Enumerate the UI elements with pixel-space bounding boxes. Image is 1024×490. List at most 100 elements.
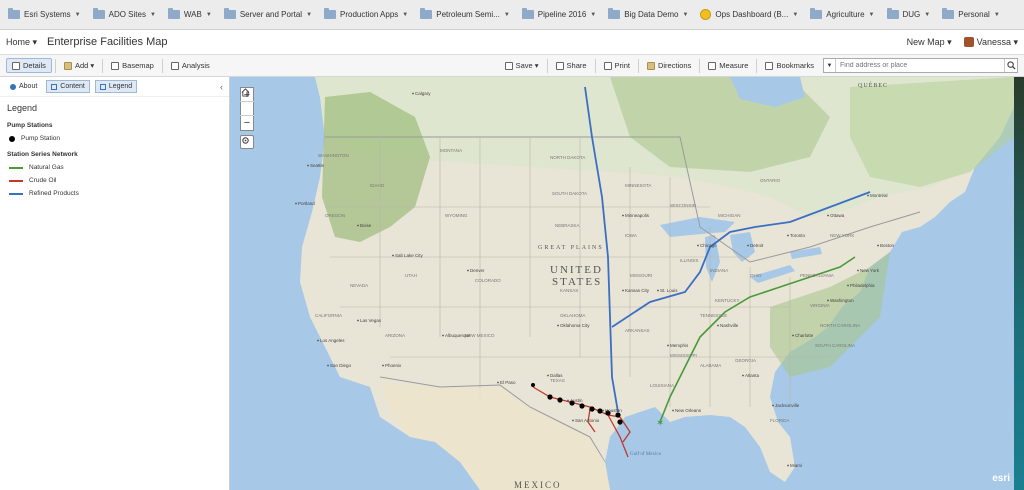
home-menu[interactable]: Home ▾ [6, 37, 37, 48]
state-label: MISSOURI [630, 273, 652, 278]
basemap: ✶ UNITED STATES MEXICO GREAT PLAINS QUÉB… [230, 77, 1014, 490]
user-name: Vanessa ▾ [976, 36, 1018, 47]
city-dot [357, 319, 359, 322]
user-menu[interactable]: Vanessa ▾ [963, 36, 1018, 48]
print-button[interactable]: Print [599, 59, 635, 72]
city-label: Charlotte [795, 333, 814, 338]
city-dot [622, 214, 624, 217]
new-map-menu[interactable]: New Map ▾ [907, 37, 952, 48]
city-label: Detroit [750, 243, 764, 248]
state-label: MINNESOTA [625, 183, 651, 188]
city-dot [572, 419, 574, 422]
app-header: Home ▾ Enterprise Facilities Map New Map… [0, 30, 1024, 54]
natural-gas-symbol [9, 166, 23, 169]
bookmark-folder[interactable]: Big Data Demo ▼ [604, 5, 696, 25]
city-dot [357, 224, 359, 227]
folder-icon [942, 8, 955, 19]
city-dot [622, 289, 624, 292]
city-dot [747, 244, 749, 247]
chevron-down-icon: ▼ [792, 11, 799, 18]
city-dot [857, 269, 859, 272]
bookmark-folder[interactable]: WAB ▼ [164, 5, 220, 25]
city-dot [847, 284, 849, 287]
bookmark-label: Pipeline 2016 [537, 10, 587, 19]
city-dot [877, 244, 879, 247]
bookmark-folder[interactable]: Server and Portal ▼ [220, 5, 320, 25]
city-dot [742, 374, 744, 377]
city-dot [602, 409, 604, 412]
bookmark-folder[interactable]: Petroleum Semi... ▼ [416, 5, 518, 25]
tab-legend-label: Legend [108, 83, 133, 90]
city-dot [295, 202, 297, 205]
details-button[interactable]: Details [6, 58, 52, 73]
zoom-out-button[interactable]: − [240, 116, 254, 130]
home-extent-button[interactable] [240, 88, 254, 116]
tab-about-label: About [19, 83, 38, 90]
chevron-down-icon: ▼ [590, 11, 597, 18]
city-label: Boise [360, 223, 372, 228]
state-label: NEW YORK [830, 233, 854, 238]
tab-content[interactable]: Content [46, 80, 90, 93]
bookmark-folder[interactable]: Pipeline 2016 ▼ [518, 5, 604, 25]
directions-label: Directions [657, 61, 692, 70]
chevron-down-icon: ▼ [868, 11, 875, 18]
legend-item: Refined Products [9, 190, 229, 197]
state-label: LOUISIANA [650, 383, 674, 388]
state-label: IDAHO [370, 183, 385, 188]
legend-icon [99, 83, 106, 90]
state-label: VIRGINIA [810, 303, 830, 308]
bookmark-label: ADO Sites [108, 10, 146, 19]
tab-legend[interactable]: Legend [94, 80, 138, 93]
bookmark-folder[interactable]: Ops Dashboard (B... ▼ [696, 5, 806, 25]
save-button[interactable]: Save ▾ [500, 59, 544, 72]
share-button[interactable]: Share [551, 59, 592, 72]
city-label: Denver [470, 268, 485, 273]
forest-quebec [850, 77, 1014, 187]
measure-button[interactable]: Measure [703, 59, 753, 72]
folder-icon [420, 8, 433, 19]
folder-icon [810, 8, 823, 19]
add-button[interactable]: Add ▾ [59, 59, 99, 72]
collapse-panel-icon[interactable]: ‹ [220, 82, 223, 92]
map-view[interactable]: ✶ UNITED STATES MEXICO GREAT PLAINS QUÉB… [230, 77, 1014, 490]
state-label: NEBRASKA [555, 223, 580, 228]
city-label: Albuquerque [445, 333, 471, 338]
bookmark-folder[interactable]: ADO Sites ▼ [89, 5, 164, 25]
basemap-icon [111, 61, 120, 70]
analysis-button[interactable]: Analysis [166, 59, 215, 72]
chevron-down-icon: ▼ [149, 11, 156, 18]
print-icon [603, 61, 612, 70]
bookmarks-button[interactable]: Bookmarks [760, 59, 819, 72]
city-label: New York [860, 268, 880, 273]
bookmark-folder[interactable]: Esri Systems ▼ [4, 5, 89, 25]
locate-button[interactable] [240, 135, 254, 149]
share-label: Share [566, 61, 587, 70]
legend-section-title: Station Series Network [7, 151, 78, 158]
bookmark-label: Agriculture [826, 10, 865, 19]
directions-button[interactable]: Directions [642, 59, 696, 72]
city-label: San Antonio [575, 418, 600, 423]
bookmark-folder[interactable]: DUG ▼ [883, 5, 939, 25]
bookmarks-label: Bookmarks [776, 61, 814, 70]
tab-about[interactable]: About [6, 81, 41, 92]
analysis-label: Analysis [181, 61, 210, 70]
basemap-button[interactable]: Basemap [106, 59, 159, 72]
city-dot [317, 339, 319, 342]
city-label: Kansas City [625, 288, 650, 293]
info-icon [10, 83, 16, 90]
bookmark-folder[interactable]: Personal ▼ [938, 5, 1008, 25]
state-label: WYOMING [445, 213, 468, 218]
folder-icon [223, 8, 236, 19]
bookmark-folder[interactable]: Production Apps ▼ [320, 5, 416, 25]
search-button[interactable] [1004, 59, 1017, 72]
city-label: Phoenix [385, 363, 402, 368]
city-label: Dallas [550, 373, 563, 378]
city-label: Atlanta [745, 373, 760, 378]
chevron-down-icon: ▼ [205, 11, 212, 18]
bookmark-folder[interactable]: Agriculture ▼ [806, 5, 882, 25]
city-dot [547, 374, 549, 377]
city-label: Toronto [790, 233, 806, 238]
city-dot [827, 299, 829, 302]
search-input[interactable] [836, 59, 1004, 72]
search-scope-dropdown[interactable]: ▼ [824, 59, 836, 72]
